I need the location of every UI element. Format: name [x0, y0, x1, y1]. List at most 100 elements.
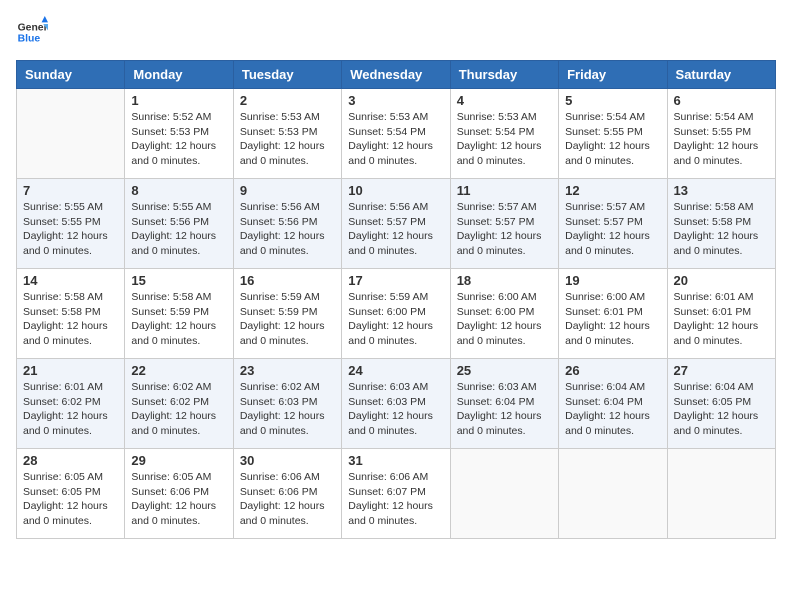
day-info: Sunrise: 6:03 AM Sunset: 6:03 PM Dayligh… — [348, 380, 443, 439]
day-info: Sunrise: 5:58 AM Sunset: 5:58 PM Dayligh… — [23, 290, 118, 349]
day-info: Sunrise: 6:04 AM Sunset: 6:05 PM Dayligh… — [674, 380, 769, 439]
calendar-header-row: SundayMondayTuesdayWednesdayThursdayFrid… — [17, 61, 776, 89]
day-number: 5 — [565, 93, 660, 108]
calendar-cell: 24 Sunrise: 6:03 AM Sunset: 6:03 PM Dayli… — [342, 359, 450, 449]
day-info: Sunrise: 6:02 AM Sunset: 6:03 PM Dayligh… — [240, 380, 335, 439]
calendar-cell: 5 Sunrise: 5:54 AM Sunset: 5:55 PM Daylig… — [559, 89, 667, 179]
logo: General Blue — [16, 16, 48, 48]
day-number: 14 — [23, 273, 118, 288]
calendar-cell: 11 Sunrise: 5:57 AM Sunset: 5:57 PM Dayli… — [450, 179, 558, 269]
calendar-cell: 21Sunrise: 6:01 AM Sunset: 6:02 PM Dayli… — [17, 359, 125, 449]
calendar-cell: 4 Sunrise: 5:53 AM Sunset: 5:54 PM Daylig… — [450, 89, 558, 179]
day-info: Sunrise: 6:02 AM Sunset: 6:02 PM Dayligh… — [131, 380, 226, 439]
svg-text:Blue: Blue — [18, 34, 41, 45]
day-number: 2 — [240, 93, 335, 108]
calendar-cell: 22Sunrise: 6:02 AM Sunset: 6:02 PM Dayli… — [125, 359, 233, 449]
calendar-cell: 19 Sunrise: 6:00 AM Sunset: 6:01 PM Dayli… — [559, 269, 667, 359]
calendar-cell: 6 Sunrise: 5:54 AM Sunset: 5:55 PM Daylig… — [667, 89, 775, 179]
day-info: Sunrise: 5:57 AM Sunset: 5:57 PM Dayligh… — [457, 200, 552, 259]
calendar-cell: 13Sunrise: 5:58 AM Sunset: 5:58 PM Dayli… — [667, 179, 775, 269]
day-number: 24 — [348, 363, 443, 378]
day-info: Sunrise: 6:00 AM Sunset: 6:00 PM Dayligh… — [457, 290, 552, 349]
day-number: 1 — [131, 93, 226, 108]
day-info: Sunrise: 6:03 AM Sunset: 6:04 PM Dayligh… — [457, 380, 552, 439]
calendar-cell: 28 Sunrise: 6:05 AM Sunset: 6:05 PM Dayli… — [17, 449, 125, 539]
day-number: 18 — [457, 273, 552, 288]
calendar-cell: 26Sunrise: 6:04 AM Sunset: 6:04 PM Dayli… — [559, 359, 667, 449]
column-header-saturday: Saturday — [667, 61, 775, 89]
day-number: 19 — [565, 273, 660, 288]
logo-icon: General Blue — [16, 16, 48, 48]
day-number: 29 — [131, 453, 226, 468]
week-row-2: 7 Sunrise: 5:55 AM Sunset: 5:55 PM Daylig… — [17, 179, 776, 269]
day-info: Sunrise: 5:53 AM Sunset: 5:54 PM Dayligh… — [457, 110, 552, 169]
day-number: 3 — [348, 93, 443, 108]
day-number: 30 — [240, 453, 335, 468]
day-info: Sunrise: 5:53 AM Sunset: 5:53 PM Dayligh… — [240, 110, 335, 169]
column-header-monday: Monday — [125, 61, 233, 89]
day-number: 12 — [565, 183, 660, 198]
calendar-cell: 9Sunrise: 5:56 AM Sunset: 5:56 PM Daylig… — [233, 179, 341, 269]
day-number: 11 — [457, 183, 552, 198]
calendar-cell — [667, 449, 775, 539]
day-info: Sunrise: 6:01 AM Sunset: 6:01 PM Dayligh… — [674, 290, 769, 349]
calendar-cell: 3 Sunrise: 5:53 AM Sunset: 5:54 PM Daylig… — [342, 89, 450, 179]
day-info: Sunrise: 5:55 AM Sunset: 5:55 PM Dayligh… — [23, 200, 118, 259]
day-number: 17 — [348, 273, 443, 288]
calendar-cell: 2 Sunrise: 5:53 AM Sunset: 5:53 PM Daylig… — [233, 89, 341, 179]
day-info: Sunrise: 6:00 AM Sunset: 6:01 PM Dayligh… — [565, 290, 660, 349]
column-header-friday: Friday — [559, 61, 667, 89]
calendar-cell: 8Sunrise: 5:55 AM Sunset: 5:56 PM Daylig… — [125, 179, 233, 269]
calendar-cell — [17, 89, 125, 179]
day-info: Sunrise: 5:57 AM Sunset: 5:57 PM Dayligh… — [565, 200, 660, 259]
day-number: 20 — [674, 273, 769, 288]
day-number: 13 — [674, 183, 769, 198]
calendar-cell: 31 Sunrise: 6:06 AM Sunset: 6:07 PM Dayli… — [342, 449, 450, 539]
day-info: Sunrise: 6:05 AM Sunset: 6:06 PM Dayligh… — [131, 470, 226, 529]
day-number: 7 — [23, 183, 118, 198]
calendar-cell — [450, 449, 558, 539]
calendar-cell: 10Sunrise: 5:56 AM Sunset: 5:57 PM Dayli… — [342, 179, 450, 269]
day-info: Sunrise: 5:56 AM Sunset: 5:57 PM Dayligh… — [348, 200, 443, 259]
column-header-wednesday: Wednesday — [342, 61, 450, 89]
calendar-table: SundayMondayTuesdayWednesdayThursdayFrid… — [16, 60, 776, 539]
day-number: 21 — [23, 363, 118, 378]
day-number: 23 — [240, 363, 335, 378]
day-number: 28 — [23, 453, 118, 468]
calendar-cell: 7 Sunrise: 5:55 AM Sunset: 5:55 PM Daylig… — [17, 179, 125, 269]
week-row-1: 1 Sunrise: 5:52 AM Sunset: 5:53 PM Daylig… — [17, 89, 776, 179]
day-info: Sunrise: 5:54 AM Sunset: 5:55 PM Dayligh… — [565, 110, 660, 169]
column-header-sunday: Sunday — [17, 61, 125, 89]
calendar-cell: 20 Sunrise: 6:01 AM Sunset: 6:01 PM Dayli… — [667, 269, 775, 359]
calendar-cell: 1 Sunrise: 5:52 AM Sunset: 5:53 PM Daylig… — [125, 89, 233, 179]
calendar-cell: 15 Sunrise: 5:58 AM Sunset: 5:59 PM Dayli… — [125, 269, 233, 359]
day-number: 9 — [240, 183, 335, 198]
page-header: General Blue — [16, 16, 776, 48]
day-number: 6 — [674, 93, 769, 108]
day-number: 31 — [348, 453, 443, 468]
day-number: 25 — [457, 363, 552, 378]
day-info: Sunrise: 5:52 AM Sunset: 5:53 PM Dayligh… — [131, 110, 226, 169]
day-number: 16 — [240, 273, 335, 288]
day-info: Sunrise: 5:53 AM Sunset: 5:54 PM Dayligh… — [348, 110, 443, 169]
day-info: Sunrise: 6:05 AM Sunset: 6:05 PM Dayligh… — [23, 470, 118, 529]
day-number: 8 — [131, 183, 226, 198]
day-info: Sunrise: 6:06 AM Sunset: 6:06 PM Dayligh… — [240, 470, 335, 529]
calendar-cell: 16Sunrise: 5:59 AM Sunset: 5:59 PM Dayli… — [233, 269, 341, 359]
day-info: Sunrise: 5:58 AM Sunset: 5:59 PM Dayligh… — [131, 290, 226, 349]
day-info: Sunrise: 5:59 AM Sunset: 6:00 PM Dayligh… — [348, 290, 443, 349]
calendar-cell: 17 Sunrise: 5:59 AM Sunset: 6:00 PM Dayli… — [342, 269, 450, 359]
day-info: Sunrise: 6:04 AM Sunset: 6:04 PM Dayligh… — [565, 380, 660, 439]
day-number: 15 — [131, 273, 226, 288]
calendar-cell: 14 Sunrise: 5:58 AM Sunset: 5:58 PM Dayli… — [17, 269, 125, 359]
calendar-cell: 18 Sunrise: 6:00 AM Sunset: 6:00 PM Dayli… — [450, 269, 558, 359]
calendar-cell: 25 Sunrise: 6:03 AM Sunset: 6:04 PM Dayli… — [450, 359, 558, 449]
day-info: Sunrise: 6:06 AM Sunset: 6:07 PM Dayligh… — [348, 470, 443, 529]
day-info: Sunrise: 5:54 AM Sunset: 5:55 PM Dayligh… — [674, 110, 769, 169]
calendar-cell: 30 Sunrise: 6:06 AM Sunset: 6:06 PM Dayli… — [233, 449, 341, 539]
day-number: 4 — [457, 93, 552, 108]
calendar-cell: 23 Sunrise: 6:02 AM Sunset: 6:03 PM Dayli… — [233, 359, 341, 449]
week-row-3: 14 Sunrise: 5:58 AM Sunset: 5:58 PM Dayli… — [17, 269, 776, 359]
day-number: 27 — [674, 363, 769, 378]
week-row-5: 28 Sunrise: 6:05 AM Sunset: 6:05 PM Dayli… — [17, 449, 776, 539]
